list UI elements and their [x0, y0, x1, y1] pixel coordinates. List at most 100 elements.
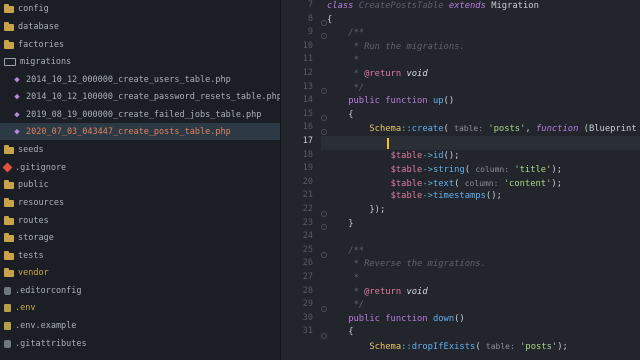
parens: ()	[454, 313, 465, 324]
file-tree-label: seeds	[18, 144, 44, 155]
line-number: 21	[302, 190, 313, 201]
line-number: 15	[302, 108, 313, 119]
line-number: 14	[302, 95, 313, 106]
file-tree-item[interactable]: migrations	[0, 53, 280, 70]
file-tree-label: 2020_07_03_043447_create_posts_table.php	[26, 126, 231, 137]
file-tree-label: .gitattributes	[15, 338, 87, 349]
brace: {	[327, 14, 333, 25]
paren: (	[464, 165, 471, 176]
file-tree-item[interactable]: ◆ 2020_07_03_043447_create_posts_table.ph…	[0, 123, 280, 140]
file-tree-item[interactable]: public	[0, 176, 280, 193]
code-line-26: * Reverse the migrations.	[327, 258, 485, 272]
doc-annotation: @return	[364, 286, 402, 297]
paren: (	[443, 124, 449, 135]
method-call: text	[432, 178, 455, 189]
doc-comment: *	[348, 273, 359, 283]
arrow: ->	[422, 191, 433, 202]
file-tree-item[interactable]: vendor	[0, 264, 280, 281]
method-call: string	[432, 165, 465, 176]
doc-type: void	[406, 286, 428, 297]
method-call: timestamps	[432, 191, 486, 202]
variable: $table	[390, 165, 423, 176]
variable: $table	[390, 150, 423, 161]
file-tree-item[interactable]: .gitignore	[0, 159, 280, 176]
file-tree-item[interactable]: seeds	[0, 141, 280, 158]
parent-class: Migration	[491, 1, 539, 11]
file-tree-item[interactable]: ◆ 2019_08_19_000000_create_failed_jobs_ta…	[0, 106, 280, 123]
line-number: 17	[302, 136, 313, 146]
method-call: id	[432, 150, 444, 161]
code-line-30: public function down()	[327, 313, 465, 327]
line-number: 29	[302, 299, 313, 310]
code-line-25: /**	[327, 245, 364, 259]
call-end: );	[557, 342, 568, 352]
variable: $table	[390, 178, 423, 189]
code-line-28: * @return void	[327, 286, 428, 300]
file-tree-item[interactable]: .env.example	[0, 317, 280, 334]
string-literal: 'title'	[514, 165, 552, 176]
doc-comment: *	[348, 286, 365, 297]
file-tree-item[interactable]: .gitattributes	[0, 335, 280, 352]
file-tree-item[interactable]: ◆ 2014_10_12_100000_create_password_reset…	[0, 88, 281, 105]
file-tree-item[interactable]: routes	[0, 212, 280, 229]
arrow: ->	[422, 150, 433, 161]
line-number: 31	[302, 326, 313, 337]
line-number: 25	[302, 244, 313, 255]
code-line-13: */	[327, 82, 364, 96]
php-icon: ◆	[14, 74, 20, 85]
class-name: CreatePostsTable	[358, 1, 444, 11]
code-editor[interactable]: 7 8 9 10 11 12 13 14 15 16 17 18 19 20 21 22 23 24 25 26 27 2…	[281, 0, 640, 360]
variable: $table	[390, 191, 423, 202]
folder-icon	[4, 251, 14, 260]
call-end: );	[551, 178, 562, 189]
method-call: create	[411, 124, 444, 135]
keyword: public	[348, 313, 380, 324]
comma: ,	[525, 124, 531, 135]
line-number: 19	[302, 163, 313, 174]
env-icon	[4, 303, 11, 312]
line-number: 9	[307, 27, 313, 38]
code-line-12: * @return void	[327, 68, 427, 82]
code-line-29: */	[327, 299, 364, 313]
doc-comment: * Run the migrations.	[348, 41, 465, 52]
closure-end: });	[369, 205, 386, 215]
folder-icon	[4, 198, 14, 207]
keyword: function	[385, 313, 428, 324]
file-tree-item[interactable]: .env	[0, 299, 280, 316]
file-tree-item[interactable]: .editorconfig	[0, 282, 280, 299]
line-number: 30	[302, 312, 313, 323]
code-line-27: *	[327, 272, 359, 286]
file-tree-item[interactable]: database	[0, 18, 280, 35]
file-tree-item[interactable]: ◆ 2014_10_12_000000_create_users_table.ph…	[0, 71, 280, 88]
file-tree-item[interactable]: tests	[0, 247, 280, 264]
string-literal: 'posts'	[488, 124, 526, 135]
current-line-highlight	[321, 136, 640, 150]
code-line-18: $table->id();	[327, 150, 460, 164]
git-icon	[2, 162, 13, 173]
project-file-tree: config database factories migrations ◆ 2014_1…	[0, 0, 281, 360]
call-end: );	[551, 165, 562, 176]
line-number: 24	[302, 231, 313, 242]
file-tree-item[interactable]: config	[0, 0, 280, 17]
doc-comment: *	[348, 55, 359, 66]
line-number: 26	[302, 258, 313, 269]
param-hint: table:	[454, 124, 484, 134]
file-tree-label: factories	[18, 39, 65, 50]
file-tree-item[interactable]: resources	[0, 194, 280, 211]
file-tree-item[interactable]: storage	[0, 229, 280, 246]
brace: {	[348, 327, 354, 338]
line-number-gutter: 7 8 9 10 11 12 13 14 15 16 17 18 19 20 21 22 23 24 25 26 27 2…	[281, 0, 321, 360]
parens: ()	[443, 96, 455, 107]
arrow: ->	[422, 165, 433, 176]
brace: {	[348, 109, 354, 120]
keyword: extends	[448, 1, 486, 11]
keyword: function	[385, 96, 428, 107]
folder-icon	[4, 233, 14, 242]
code-line-19: $table->string( column: 'title');	[327, 163, 562, 177]
code-line-11: *	[327, 54, 359, 68]
file-tree-label: 2014_10_12_100000_create_password_resets…	[26, 91, 281, 102]
file-tree-item[interactable]: factories	[0, 36, 280, 53]
file-tree-label: resources	[18, 197, 65, 208]
file-tree-label: 2014_10_12_000000_create_users_table.php	[26, 74, 231, 85]
class-ref: Schema	[369, 124, 402, 135]
